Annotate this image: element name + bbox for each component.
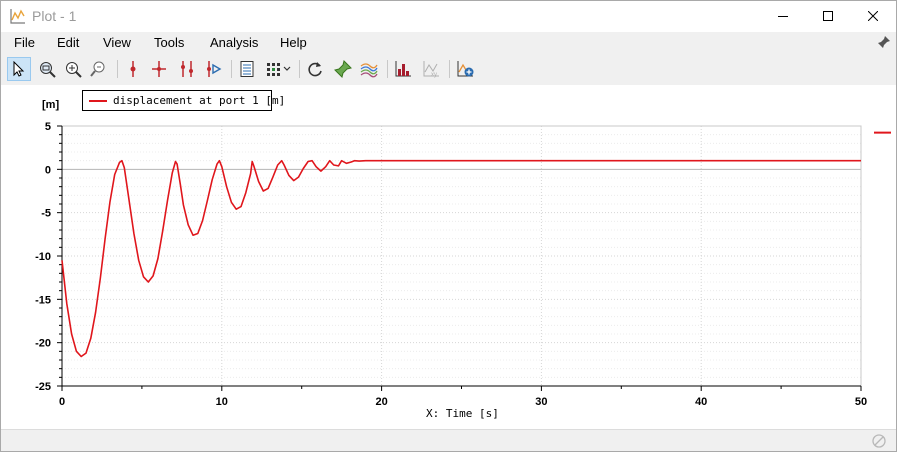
y-axis-unit: [m] <box>42 99 60 111</box>
data-table-icon <box>240 61 254 77</box>
sync-disabled-icon <box>872 434 886 448</box>
pin-green-button[interactable] <box>331 57 355 81</box>
close-icon <box>868 11 878 21</box>
toolbar-separator <box>299 60 300 78</box>
x-axis-label: X: Time [s] <box>426 407 499 420</box>
zoom-region-button[interactable] <box>35 57 59 81</box>
maximize-icon <box>823 11 833 21</box>
refresh-button[interactable] <box>303 57 327 81</box>
x-tick-label: 30 <box>535 396 547 408</box>
y-tick-label: -20 <box>35 338 51 350</box>
multi-marker-icon <box>181 61 193 77</box>
chart[interactable]: 50-5-10-15-20-250 10 20 30 40 50 <box>1 85 896 425</box>
minimize-icon <box>778 16 788 17</box>
zoom-out-button[interactable] <box>87 57 111 81</box>
plot-app-icon <box>10 9 25 24</box>
grid-lines <box>62 125 861 387</box>
zoom-out-icon <box>90 61 105 77</box>
y-tick-label: 0 <box>45 164 51 176</box>
histogram-button[interactable] <box>391 57 415 81</box>
select-tool-button[interactable] <box>7 57 31 81</box>
svg-text:xy: xy <box>431 72 437 78</box>
x-tick-label: 20 <box>375 396 387 408</box>
x-tick-label: 40 <box>695 396 707 408</box>
curves-color-icon <box>360 63 378 78</box>
zoom-region-icon <box>40 62 56 78</box>
toolbar: xy <box>1 54 896 85</box>
grid-layout-icon <box>267 63 291 76</box>
marker-add-icon <box>130 61 136 77</box>
zoom-in-icon <box>66 62 82 78</box>
y-tick-label: -15 <box>35 294 51 306</box>
marker-add-button[interactable] <box>121 57 145 81</box>
toolbar-separator <box>387 60 388 78</box>
menu-help[interactable]: Help <box>280 35 307 50</box>
title-bar: Plot - 1 <box>1 1 896 32</box>
pin-icon[interactable] <box>877 35 891 49</box>
status-bar <box>1 429 896 451</box>
select-arrow-icon <box>13 61 25 77</box>
menu-bar: File Edit View Tools Analysis Help <box>1 32 896 54</box>
close-button[interactable] <box>850 1 896 31</box>
plot-window: Plot - 1 File Edit View Tools Analysis H… <box>0 0 897 452</box>
multi-marker-button[interactable] <box>175 57 199 81</box>
refresh-icon <box>308 62 322 77</box>
legend-label: displacement at port 1 [m] <box>113 94 286 107</box>
toolbar-separator <box>231 60 232 78</box>
add-plot-button[interactable] <box>453 57 477 81</box>
menu-file[interactable]: File <box>14 35 35 50</box>
pin-green-icon <box>334 60 352 78</box>
legend[interactable]: displacement at port 1 [m] <box>82 90 285 111</box>
crosshair-button[interactable] <box>147 57 171 81</box>
marker-play-icon <box>207 61 222 77</box>
x-tick-label: 0 <box>59 396 65 408</box>
toolbar-separator <box>449 60 450 78</box>
menu-tools[interactable]: Tools <box>154 35 184 50</box>
marker-play-button[interactable] <box>201 57 225 81</box>
crosshair-icon <box>152 61 166 77</box>
series-line-displacement <box>61 159 861 358</box>
add-plot-icon <box>457 61 474 77</box>
minimize-button[interactable] <box>760 1 806 31</box>
zoom-in-button[interactable] <box>61 57 85 81</box>
histogram-icon <box>395 61 411 77</box>
x-tick-label: 50 <box>855 396 867 408</box>
legend-line-swatch <box>89 100 107 102</box>
grid-layout-button[interactable] <box>263 57 295 81</box>
toolbar-separator <box>117 60 118 78</box>
menu-view[interactable]: View <box>103 35 131 50</box>
maximize-button[interactable] <box>805 1 851 31</box>
menu-edit[interactable]: Edit <box>57 35 79 50</box>
x-tick-label: 10 <box>216 396 228 408</box>
menu-analysis[interactable]: Analysis <box>210 35 258 50</box>
y-tick-label: 5 <box>45 121 51 133</box>
y-tick-label: -10 <box>35 251 51 263</box>
window-title: Plot - 1 <box>32 8 77 24</box>
y-tick-label: -5 <box>41 208 51 220</box>
axes: 50-5-10-15-20-250 10 20 30 40 50 <box>35 121 867 408</box>
data-table-button[interactable] <box>235 57 259 81</box>
xy-disabled-icon: xy <box>423 61 439 78</box>
y-tick-label: -25 <box>35 381 51 393</box>
curves-color-button[interactable] <box>357 57 381 81</box>
xy-plot-button: xy <box>419 57 443 81</box>
